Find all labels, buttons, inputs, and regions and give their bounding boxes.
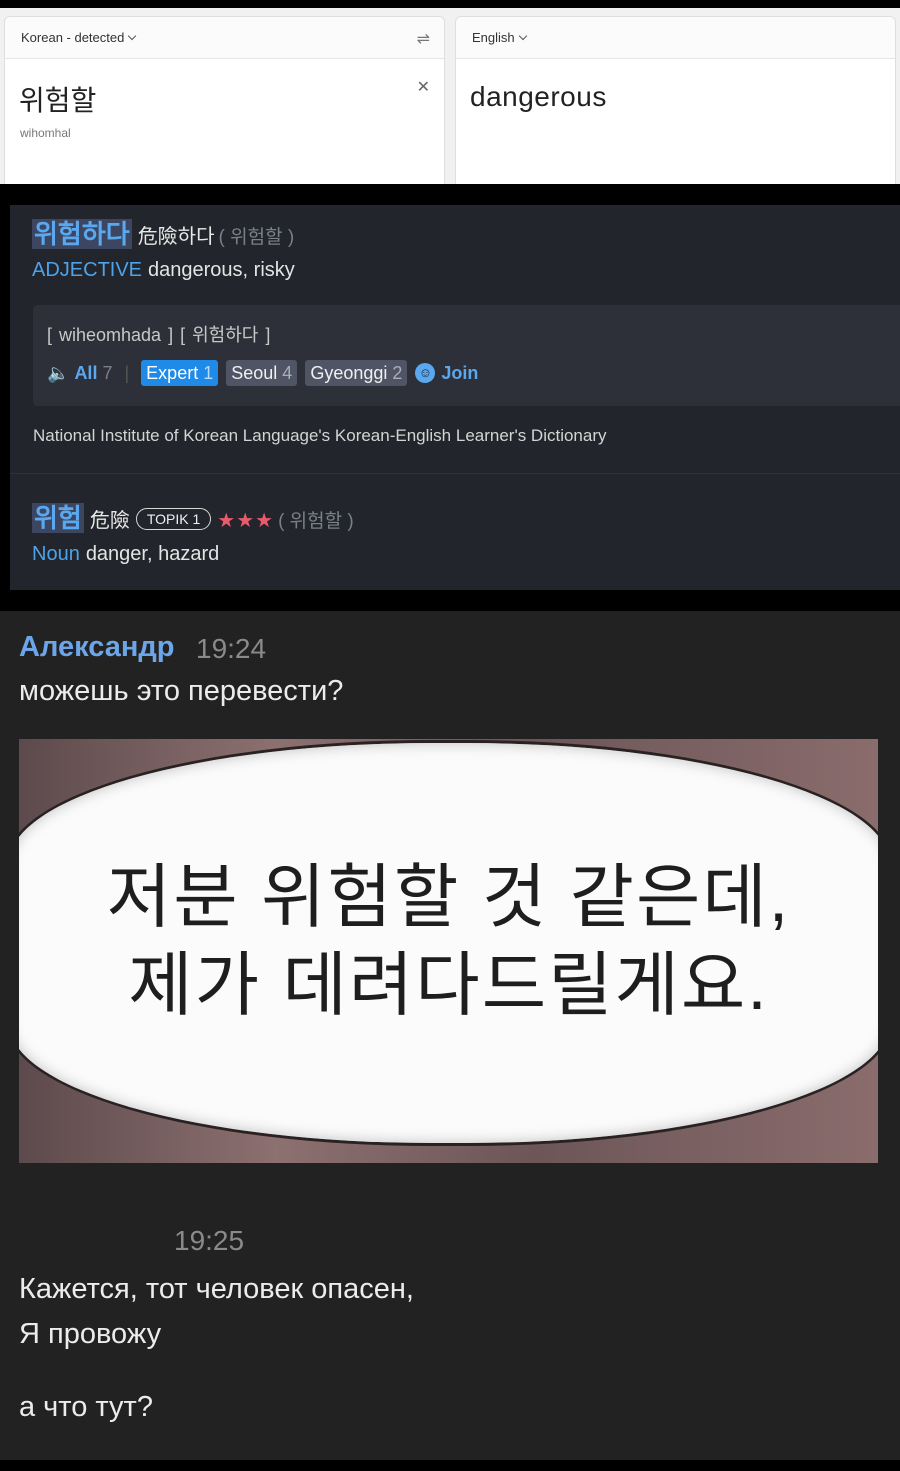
star-icon: ★★★ [217, 510, 275, 532]
tag-label: Expert [146, 363, 199, 383]
dictionary-entry: 위험 危險 TOPIK 1 ★★★( 위험할 ) Noun danger, hazard [32, 503, 354, 566]
romanization: wihomhal [20, 126, 71, 140]
translation-text: dangerous [470, 81, 607, 112]
divider: | [124, 362, 130, 383]
source-header: Korean - detected ⇌ [5, 17, 444, 59]
tag-count: 2 [392, 363, 403, 383]
image-text-line: 저분 위험할 것 같은데, [106, 858, 791, 936]
audio-all-label: All [74, 362, 98, 383]
chevron-down-icon [128, 31, 137, 41]
dictionary-source[interactable]: National Institute of Korean Language's … [33, 426, 607, 446]
source-language-label: Korean - detected [21, 30, 125, 45]
message-timestamp: 19:25 [174, 1225, 245, 1256]
message-timestamp: 19:24 [196, 633, 267, 664]
dictionary-panel: 위험하다 危險하다( 위험할 ) ADJECTIVE dangerous, risk… [10, 205, 900, 590]
hanja: 危險 [89, 510, 130, 532]
pronunciation: [ wiheomhada ] [ 위험하다 ] [47, 325, 271, 345]
message-line: Кажется, тот человек опасен, [19, 1273, 414, 1305]
target-language-selector[interactable]: English [472, 30, 527, 45]
tag-label: Gyeonggi [310, 363, 388, 383]
dictionary-entry: 위험하다 危險하다( 위험할 ) ADJECTIVE dangerous, risk… [32, 219, 900, 282]
audio-row: 🔈 All 7 | Expert 1 Seoul 4 Gyeonggi 2 ☺ J… [47, 359, 478, 387]
headword[interactable]: 위험 [32, 503, 84, 533]
entry-divider [10, 473, 900, 474]
attached-image[interactable]: 저분 위험할 것 같은데, 제가 데려다드릴게요. [19, 739, 878, 1163]
message-line: Я провожу [19, 1318, 162, 1350]
message-text: а что тут? [19, 1391, 153, 1423]
image-text-line: 제가 데려다드릴게요. [128, 946, 769, 1024]
target-language-label: English [472, 30, 515, 45]
audio-tag-seoul[interactable]: Seoul 4 [226, 360, 298, 386]
tag-count: 4 [282, 363, 293, 383]
chevron-down-icon [518, 31, 527, 41]
inflected-form: ( 위험할 ) [278, 511, 354, 532]
tag-count: 1 [203, 363, 214, 383]
join-label: Join [441, 362, 479, 383]
headword[interactable]: 위험하다 [32, 219, 132, 249]
part-of-speech: ADJECTIVE [32, 259, 143, 281]
source-language-selector[interactable]: Korean - detected [21, 30, 137, 45]
source-pane: Korean - detected ⇌ 위험할 wihomhal ✕ [4, 16, 445, 184]
audio-tag-expert[interactable]: Expert 1 [141, 360, 219, 386]
part-of-speech: Noun [32, 543, 80, 565]
clear-icon[interactable]: ✕ [417, 77, 430, 96]
audio-tag-gyeonggi[interactable]: Gyeonggi 2 [305, 360, 408, 386]
message-author[interactable]: Александр [19, 631, 175, 664]
speaker-icon: 🔈 [47, 362, 70, 383]
message-text: Кажется, тот человек опасен, Я провожу [19, 1267, 414, 1357]
user-icon: ☺ [415, 363, 436, 383]
target-header: English [456, 17, 895, 59]
translator-panel: Korean - detected ⇌ 위험할 wihomhal ✕ Engli… [0, 8, 900, 184]
join-button[interactable]: ☺ Join [415, 363, 478, 384]
tag-label: Seoul [231, 363, 278, 383]
definition: danger, hazard [85, 543, 220, 565]
inflected-form: ( 위험할 ) [218, 227, 295, 248]
swap-languages-icon[interactable]: ⇌ [417, 29, 430, 48]
pronunciation-box: [ wiheomhada ] [ 위험하다 ] 🔈 All 7 | Expert… [33, 305, 900, 406]
source-text[interactable]: 위험할 [19, 79, 96, 119]
audio-all-button[interactable]: 🔈 All 7 [47, 363, 112, 384]
topik-badge: TOPIK 1 [135, 508, 212, 530]
chat-panel: Александр 19:24 можешь это перевести? 저분… [0, 611, 900, 1460]
definition: dangerous, risky [148, 259, 295, 281]
audio-all-count: 7 [102, 362, 113, 383]
hanja: 危險하다 [137, 226, 215, 248]
target-pane: English dangerous [455, 16, 896, 184]
message-text: можешь это перевести? [19, 675, 344, 707]
